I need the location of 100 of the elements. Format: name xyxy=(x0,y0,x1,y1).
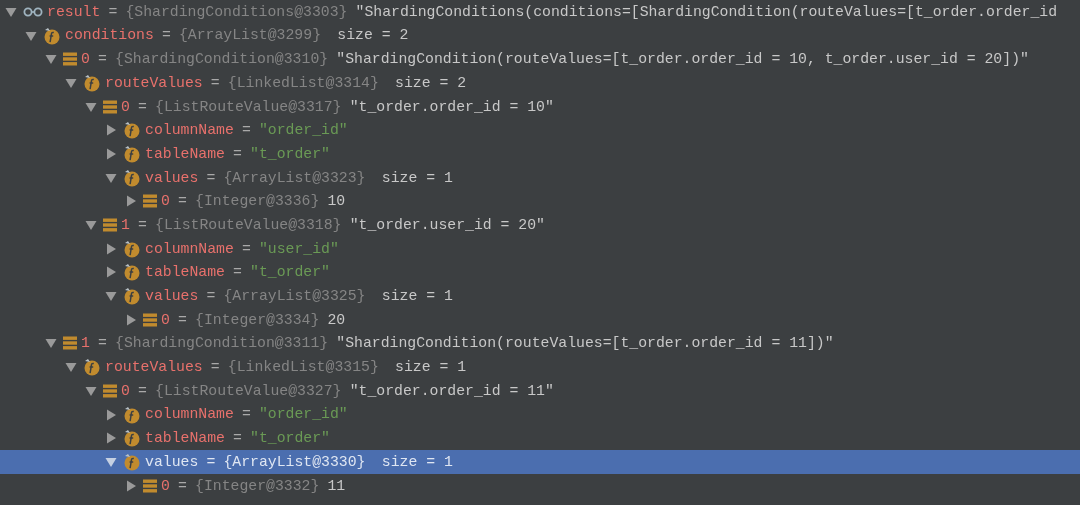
string-value: "t_order" xyxy=(250,263,330,283)
tree-row[interactable]: values = {ArrayList@3325} size = 1 xyxy=(0,284,1080,308)
value-text: "ShardingConditions(conditions=[ShardingCondition(routeValues=[t_order.order_id xyxy=(355,2,1058,22)
field-icon xyxy=(123,405,141,424)
type-reference: {ListRouteValue@3318} xyxy=(155,215,342,235)
list-element-icon xyxy=(103,383,117,398)
type-reference: {Integer@3336} xyxy=(195,192,320,212)
tree-row[interactable]: 1 = {ShardingCondition@3311} "ShardingCondition(routeValues=[t_order.order_id = 11])" xyxy=(0,331,1080,356)
size-label: size = 2 xyxy=(395,73,467,93)
expanded-arrow-icon[interactable] xyxy=(25,29,37,42)
type-reference: {ArrayList@3330} xyxy=(223,452,366,472)
collapsed-arrow-icon[interactable] xyxy=(105,266,117,279)
expanded-arrow-icon[interactable] xyxy=(65,361,77,374)
expanded-arrow-icon[interactable] xyxy=(105,290,117,303)
tree-row[interactable]: routeValues = {LinkedList@3314} size = 2 xyxy=(0,71,1080,95)
tree-row[interactable]: 1 = {ListRouteValue@3318} "t_order.user_id = 20" xyxy=(0,213,1080,237)
variable-name: result xyxy=(47,2,101,22)
collapsed-arrow-icon[interactable] xyxy=(125,195,137,208)
equals-sign: = xyxy=(233,144,242,164)
collapsed-arrow-icon[interactable] xyxy=(125,313,137,326)
equals-sign: = xyxy=(233,263,242,283)
type-reference: {ArrayList@3323} xyxy=(223,168,366,188)
expanded-arrow-icon[interactable] xyxy=(85,219,97,232)
field-icon xyxy=(43,26,61,45)
equals-sign: = xyxy=(210,358,220,378)
size-label: size = 1 xyxy=(381,168,453,188)
string-value: "t_order" xyxy=(250,144,330,164)
equals-sign: = xyxy=(233,429,242,449)
string-value: "order_id" xyxy=(258,405,348,425)
field-icon xyxy=(123,144,141,163)
equals-sign: = xyxy=(241,239,251,259)
collapsed-arrow-icon[interactable] xyxy=(105,408,117,421)
variable-name: routeValues xyxy=(105,73,203,93)
value-text: "t_order.order_id = 11" xyxy=(349,381,554,401)
expanded-arrow-icon[interactable] xyxy=(85,384,97,397)
equals-sign: = xyxy=(161,26,171,46)
variable-name: tableName xyxy=(145,144,225,164)
tree-row[interactable]: 0 = {Integer@3334} 20 xyxy=(0,307,1080,332)
size-label: size = 1 xyxy=(381,287,453,306)
collapsed-arrow-icon[interactable] xyxy=(105,432,117,445)
expanded-arrow-icon[interactable] xyxy=(105,455,117,468)
string-value: "user_id" xyxy=(258,239,339,259)
expanded-arrow-icon[interactable] xyxy=(85,100,97,113)
list-element-icon xyxy=(143,478,157,493)
equals-sign: = xyxy=(210,73,220,93)
equals-sign: = xyxy=(138,215,147,235)
field-icon xyxy=(123,121,141,140)
list-element-icon xyxy=(103,218,117,233)
variable-name: values xyxy=(145,452,199,472)
collapsed-arrow-icon[interactable] xyxy=(105,147,117,160)
tree-row[interactable]: result = {ShardingConditions@3303} "ShardingConditions(conditions=[ShardingCondition(routeValues=[t_order.order_id xyxy=(0,0,1080,24)
value-text: 10 xyxy=(327,192,346,212)
equals-sign: = xyxy=(138,381,147,401)
equals-sign: = xyxy=(178,192,187,212)
tree-row[interactable]: routeValues = {LinkedList@3315} size = 1 xyxy=(0,355,1080,379)
tree-row[interactable]: 0 = {Integer@3336} 10 xyxy=(0,189,1080,214)
equals-sign: = xyxy=(98,50,107,70)
expanded-arrow-icon[interactable] xyxy=(105,171,117,184)
tree-row[interactable]: values = {ArrayList@3323} size = 1 xyxy=(0,165,1080,190)
variable-name: values xyxy=(145,168,199,188)
value-text: 20 xyxy=(327,310,346,330)
variable-name: 0 xyxy=(161,476,170,496)
tree-row[interactable]: conditions = {ArrayList@3299} size = 2 xyxy=(0,23,1080,48)
tree-row[interactable]: 0 = {Integer@3332} 11 xyxy=(0,473,1080,498)
tree-row[interactable]: 0 = {ShardingCondition@3310} "ShardingCondition(routeValues=[t_order.order_id = 10, t_order.user_id = 20])" xyxy=(0,47,1080,72)
value-text: "t_order.user_id = 20" xyxy=(349,215,545,235)
equals-sign: = xyxy=(98,334,107,354)
field-icon xyxy=(83,358,101,377)
tree-row[interactable]: values = {ArrayList@3330} size = 1 xyxy=(0,450,1080,474)
type-reference: {ShardingConditions@3303} xyxy=(125,2,348,22)
expanded-arrow-icon[interactable] xyxy=(45,53,57,66)
type-reference: {LinkedList@3314} xyxy=(227,73,379,93)
tree-row[interactable]: columnName = "order_id" xyxy=(0,118,1080,143)
equals-sign: = xyxy=(206,452,216,472)
tree-row[interactable]: tableName = "t_order" xyxy=(0,260,1080,285)
field-icon xyxy=(123,168,141,187)
tree-row[interactable]: tableName = "t_order" xyxy=(0,142,1080,166)
tree-row[interactable]: 0 = {ListRouteValue@3327} "t_order.order_id = 11" xyxy=(0,379,1080,403)
equals-sign: = xyxy=(108,2,118,22)
variable-name: conditions xyxy=(65,26,154,46)
tree-row[interactable]: columnName = "order_id" xyxy=(0,402,1080,427)
field-icon xyxy=(123,452,141,471)
value-text: "ShardingCondition(routeValues=[t_order.order_id = 11])" xyxy=(336,334,834,354)
expanded-arrow-icon[interactable] xyxy=(45,337,57,350)
list-element-icon xyxy=(63,336,77,351)
tree-row[interactable]: 0 = {ListRouteValue@3317} "t_order.order_id = 10" xyxy=(0,94,1080,119)
variable-name: columnName xyxy=(145,405,234,425)
type-reference: {ArrayList@3299} xyxy=(178,26,321,46)
expanded-arrow-icon[interactable] xyxy=(65,76,77,89)
string-value: "order_id" xyxy=(258,121,348,141)
expanded-arrow-icon[interactable] xyxy=(5,5,17,18)
list-element-icon xyxy=(63,52,77,67)
collapsed-arrow-icon[interactable] xyxy=(105,124,117,137)
equals-sign: = xyxy=(241,121,251,141)
collapsed-arrow-icon[interactable] xyxy=(105,242,117,255)
glasses-icon xyxy=(23,5,43,18)
tree-row[interactable]: columnName = "user_id" xyxy=(0,236,1080,261)
tree-row[interactable]: tableName = "t_order" xyxy=(0,426,1080,451)
collapsed-arrow-icon[interactable] xyxy=(125,479,137,492)
variable-name: 0 xyxy=(161,310,170,330)
